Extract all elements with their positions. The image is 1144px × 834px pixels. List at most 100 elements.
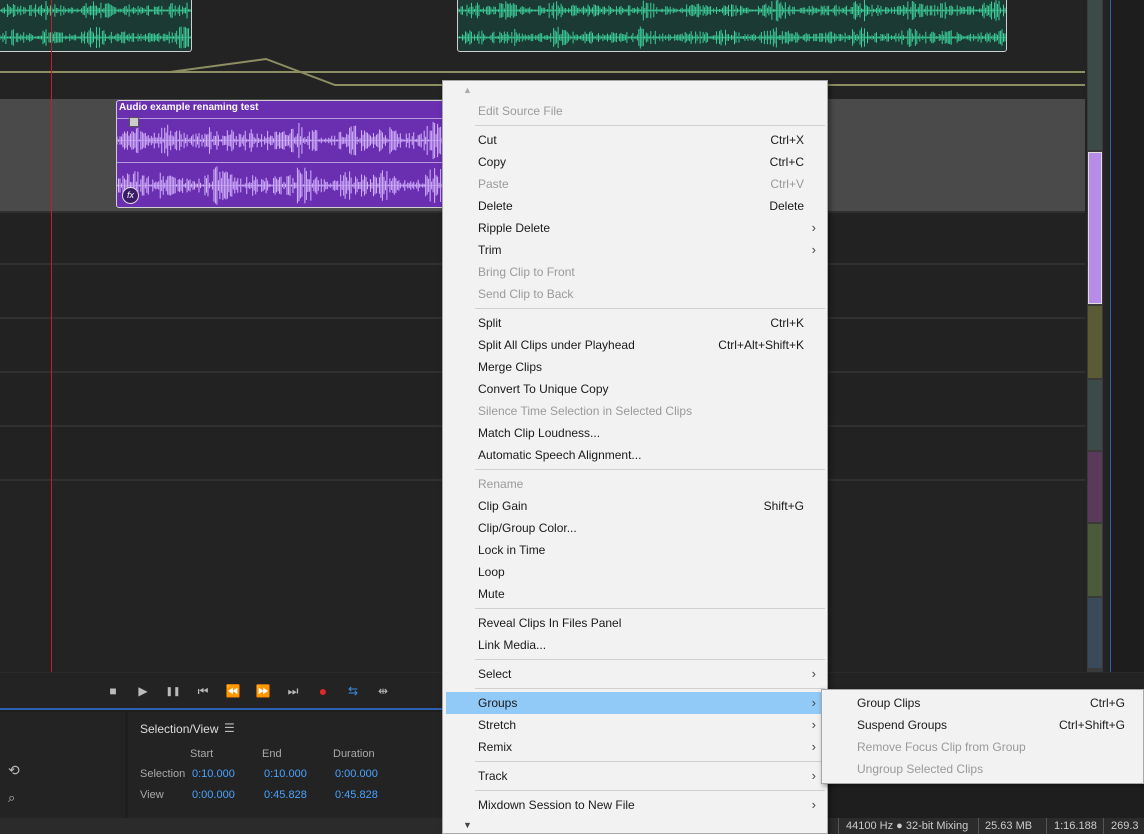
selection-view-panel: Selection/View ☰ Start End Duration Sele…	[128, 712, 448, 820]
selection-end-field[interactable]: 0:10.000	[264, 768, 307, 780]
menu-item-loop[interactable]: Loop	[446, 561, 824, 583]
menu-item-remix[interactable]: Remix ›	[446, 736, 824, 758]
pause-button[interactable]: ❚❚	[164, 683, 182, 699]
submenu-item-suspend-groups[interactable]: Suspend Groups Ctrl+Shift+G	[825, 714, 1143, 736]
submenu-arrow-icon: ›	[811, 220, 816, 235]
zoom-reset-icon[interactable]: ⟲	[8, 762, 20, 779]
menu-item-shortcut: Ctrl+V	[770, 177, 804, 191]
clip-context-menu: ▲ ▼ Edit Source File Cut Ctrl+X Copy Ctrl+C P…	[442, 80, 828, 834]
waveform-channel-2	[0, 24, 191, 51]
menu-item-label: Automatic Speech Alignment...	[478, 448, 642, 462]
menu-item-match-clip-loudness[interactable]: Match Clip Loudness...	[446, 422, 824, 444]
fast-forward-button[interactable]: ⏩	[254, 683, 272, 699]
audio-clip-left[interactable]	[0, 0, 192, 52]
menu-item-mute[interactable]: Mute	[446, 583, 824, 605]
menu-item-shortcut: Ctrl+X	[770, 133, 804, 147]
menu-item-label: Select	[478, 667, 512, 681]
menu-item-clip-group-color[interactable]: Clip/Group Color...	[446, 517, 824, 539]
menu-item-label: Mixdown Session to New File	[478, 798, 635, 812]
free-space-status: 269.3	[1111, 820, 1139, 832]
submenu-arrow-icon: ›	[811, 695, 816, 710]
clip-title: Audio example renaming test	[119, 102, 259, 113]
menu-item-clip-gain[interactable]: Clip Gain Shift+G	[446, 495, 824, 517]
menu-item-label: Merge Clips	[478, 360, 543, 374]
menu-item-label: Link Media...	[478, 638, 547, 652]
menu-item-merge-clips[interactable]: Merge Clips	[446, 356, 824, 378]
menu-scroll-up-icon[interactable]: ▲	[463, 85, 472, 95]
menu-item-label: Remove Focus Clip from Group	[857, 740, 1026, 754]
menu-item-delete[interactable]: Delete Delete	[446, 195, 824, 217]
submenu-arrow-icon: ›	[811, 739, 816, 754]
menu-separator	[475, 308, 825, 309]
menu-scroll-down-icon[interactable]: ▼	[463, 820, 472, 830]
play-button[interactable]: ▶	[134, 683, 152, 699]
menu-item-reveal-clips-in-files-panel[interactable]: Reveal Clips In Files Panel	[446, 612, 824, 634]
column-header-end: End	[262, 748, 282, 760]
menu-item-label: Match Clip Loudness...	[478, 426, 601, 440]
menu-item-automatic-speech-alignment[interactable]: Automatic Speech Alignment...	[446, 444, 824, 466]
submenu-arrow-icon: ›	[811, 666, 816, 681]
menu-item-label: Suspend Groups	[857, 718, 948, 732]
menu-item-lock-in-time[interactable]: Lock in Time	[446, 539, 824, 561]
menu-item-label: Ripple Delete	[478, 221, 551, 235]
zoom-in-icon[interactable]: ⌕	[8, 790, 15, 806]
submenu-item-group-clips[interactable]: Group Clips Ctrl+G	[825, 692, 1143, 714]
menu-item-label: Group Clips	[857, 696, 921, 710]
menu-item-label: Remix	[478, 740, 513, 754]
menu-item-copy[interactable]: Copy Ctrl+C	[446, 151, 824, 173]
fx-badge-icon[interactable]: fx	[122, 187, 139, 204]
view-start-field[interactable]: 0:00.000	[192, 789, 235, 801]
selected-audio-clip[interactable]: Audio example renaming test fx	[116, 100, 456, 208]
track-overview-scrollbar[interactable]	[1087, 0, 1103, 672]
menu-item-shortcut: Ctrl+K	[770, 316, 804, 330]
menu-item-trim[interactable]: Trim ›	[446, 239, 824, 261]
menu-item-groups[interactable]: Groups ›	[446, 692, 824, 714]
menu-separator	[475, 608, 825, 609]
menu-item-label: Loop	[478, 565, 505, 579]
row-label-selection: Selection	[140, 768, 186, 780]
waveform-channel-2	[117, 163, 455, 207]
menu-item-shortcut: Ctrl+Alt+Shift+K	[718, 338, 804, 352]
menu-item-shortcut: Ctrl+G	[1089, 696, 1125, 710]
view-duration-field[interactable]: 0:45.828	[335, 789, 378, 801]
rewind-button[interactable]: ⏪	[224, 683, 242, 699]
panel-menu-icon[interactable]: ☰	[224, 721, 235, 735]
stop-button[interactable]: ■	[104, 683, 122, 699]
record-button[interactable]: ●	[314, 683, 332, 699]
menu-separator	[475, 659, 825, 660]
menu-item-mixdown-session-to-new-file[interactable]: Mixdown Session to New File ›	[446, 794, 824, 816]
submenu-arrow-icon: ›	[811, 717, 816, 732]
view-end-field[interactable]: 0:45.828	[264, 789, 307, 801]
menu-item-split[interactable]: Split Ctrl+K	[446, 312, 824, 334]
menu-item-track[interactable]: Track ›	[446, 765, 824, 787]
skip-selection-button[interactable]: ⇹	[374, 683, 392, 699]
menu-item-silence-time-selection-in-selected-clips: Silence Time Selection in Selected Clips	[446, 400, 824, 422]
audio-clip-right[interactable]	[457, 0, 1007, 52]
overview-segment	[1088, 452, 1102, 522]
menu-item-label: Track	[478, 769, 508, 783]
selection-duration-field[interactable]: 0:00.000	[335, 768, 378, 780]
playhead[interactable]	[51, 0, 52, 672]
menu-separator	[475, 688, 825, 689]
menu-item-convert-to-unique-copy[interactable]: Convert To Unique Copy	[446, 378, 824, 400]
move-to-start-button[interactable]: ⏮	[194, 683, 212, 699]
menu-item-select[interactable]: Select ›	[446, 663, 824, 685]
submenu-item-ungroup-selected-clips: Ungroup Selected Clips	[825, 758, 1143, 780]
menu-item-ripple-delete[interactable]: Ripple Delete ›	[446, 217, 824, 239]
overview-segment	[1088, 0, 1102, 150]
menu-item-send-clip-to-back: Send Clip to Back	[446, 283, 824, 305]
menu-item-split-all-clips-under-playhead[interactable]: Split All Clips under Playhead Ctrl+Alt+S…	[446, 334, 824, 356]
menu-item-label: Split All Clips under Playhead	[478, 338, 635, 352]
status-separator	[1103, 818, 1104, 834]
menu-item-label: Silence Time Selection in Selected Clips	[478, 404, 693, 418]
selection-start-field[interactable]: 0:10.000	[192, 768, 235, 780]
move-to-end-button[interactable]: ⏭	[284, 683, 302, 699]
submenu-arrow-icon: ›	[811, 242, 816, 257]
menu-item-cut[interactable]: Cut Ctrl+X	[446, 129, 824, 151]
overview-segment	[1088, 380, 1102, 450]
menu-separator	[475, 125, 825, 126]
menu-item-label: Bring Clip to Front	[478, 265, 575, 279]
menu-item-link-media[interactable]: Link Media...	[446, 634, 824, 656]
menu-item-stretch[interactable]: Stretch ›	[446, 714, 824, 736]
loop-playback-button[interactable]: ⇆	[344, 683, 362, 699]
